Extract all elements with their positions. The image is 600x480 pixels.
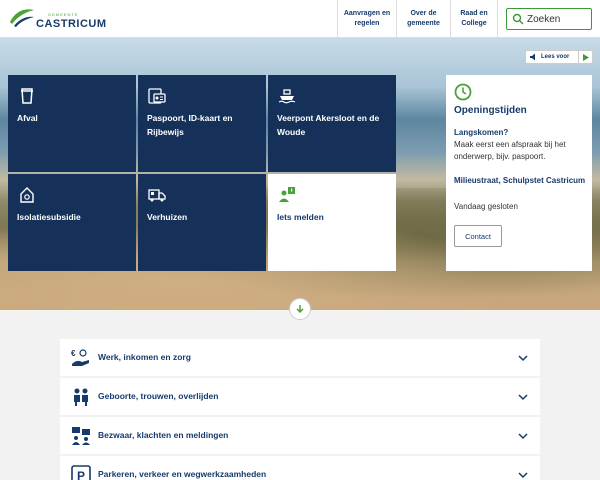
opening-hours-card: Openingstijden Langskomen? Maak eerst ee… bbox=[446, 75, 592, 271]
moving-truck-icon bbox=[148, 189, 166, 202]
report-icon bbox=[279, 187, 295, 202]
tile-label: Iets melden bbox=[277, 212, 324, 222]
tile-label: Verhuizen bbox=[147, 212, 188, 222]
svg-text:€: € bbox=[71, 349, 76, 358]
money-hand-icon: € bbox=[71, 349, 89, 366]
nav-raad-en-college[interactable]: Raad en College bbox=[450, 0, 498, 38]
visit-text: Maak eerst een afspraak bij het onderwer… bbox=[454, 140, 566, 161]
opening-hours-title: Openingstijden bbox=[454, 105, 527, 116]
tile-verhuizen[interactable]: Verhuizen bbox=[138, 174, 266, 271]
bin-icon bbox=[21, 88, 33, 104]
tile-label: Paspoort, ID-kaart en Rijbewijs bbox=[147, 113, 233, 137]
ferry-icon bbox=[278, 89, 296, 104]
accordion-werk-inkomen-zorg[interactable]: € Werk, inkomen en zorg bbox=[60, 339, 540, 376]
logo-subtitle: GEMEENTE bbox=[48, 12, 79, 17]
accordion-geboorte-trouwen[interactable]: Geboorte, trouwen, overlijden bbox=[60, 378, 540, 415]
people-icon bbox=[74, 388, 88, 406]
speaker-icon bbox=[530, 53, 535, 61]
contact-button[interactable]: Contact bbox=[454, 225, 502, 247]
read-aloud-label: Lees voor bbox=[541, 54, 570, 60]
accordion-label: Geboorte, trouwen, overlijden bbox=[98, 391, 219, 401]
tile-label: Isolatiesubsidie bbox=[17, 212, 81, 222]
accordion-parkeren-verkeer[interactable]: P Parkeren, verkeer en wegwerkzaamheden bbox=[60, 456, 540, 480]
nav-over-de-gemeente[interactable]: Over de gemeente bbox=[396, 0, 450, 38]
tile-veerpont[interactable]: Veerpont Akersloot en de Woude bbox=[268, 75, 396, 172]
milieustraat-status: Vandaag gesloten bbox=[454, 202, 518, 211]
search-input[interactable] bbox=[527, 11, 589, 27]
arrow-down-icon bbox=[296, 305, 304, 314]
read-aloud-button[interactable]: Lees voor bbox=[525, 50, 593, 64]
milieustraat-heading: Milieustraat, Schulpstet Castricum bbox=[454, 176, 586, 185]
tile-isolatiesubsidie[interactable]: Isolatiesubsidie bbox=[8, 174, 136, 271]
accordion-label: Werk, inkomen en zorg bbox=[98, 352, 191, 362]
castricum-logo[interactable]: GEMEENTE CASTRICUM bbox=[8, 6, 108, 32]
accordion-label: Parkeren, verkeer en wegwerkzaamheden bbox=[98, 469, 267, 479]
nav-aanvragen[interactable]: Aanvragen en regelen bbox=[337, 0, 396, 38]
chevron-down-icon bbox=[518, 394, 528, 401]
tile-paspoort[interactable]: Paspoort, ID-kaart en Rijbewijs bbox=[138, 75, 266, 172]
site-header: GEMEENTE CASTRICUM Aanvragen en regelen … bbox=[0, 0, 600, 38]
chevron-down-icon bbox=[518, 472, 528, 479]
tile-label: Veerpont Akersloot en de Woude bbox=[277, 113, 380, 137]
house-insulation-icon bbox=[20, 187, 34, 203]
parking-icon: P bbox=[71, 465, 91, 480]
tile-iets-melden[interactable]: Iets melden bbox=[268, 174, 396, 271]
logo-text: CASTRICUM bbox=[36, 18, 107, 30]
id-card-icon bbox=[148, 88, 166, 104]
accordion-label: Bezwaar, klachten en meldingen bbox=[98, 430, 229, 440]
chevron-down-icon bbox=[518, 355, 528, 362]
play-icon[interactable] bbox=[578, 51, 592, 63]
search-icon[interactable] bbox=[512, 13, 524, 25]
tile-label: Afval bbox=[17, 113, 38, 123]
accordion-bezwaar-klachten[interactable]: Bezwaar, klachten en meldingen bbox=[60, 417, 540, 454]
search-box bbox=[506, 8, 592, 30]
chevron-down-icon bbox=[518, 433, 528, 440]
visit-heading: Langskomen? bbox=[454, 128, 509, 137]
logo-leaf-icon bbox=[10, 9, 34, 27]
svg-text:P: P bbox=[77, 469, 85, 480]
tile-afval[interactable]: Afval bbox=[8, 75, 136, 172]
chat-people-icon bbox=[72, 427, 90, 445]
clock-icon bbox=[454, 83, 472, 101]
scroll-down-button[interactable] bbox=[289, 298, 311, 320]
